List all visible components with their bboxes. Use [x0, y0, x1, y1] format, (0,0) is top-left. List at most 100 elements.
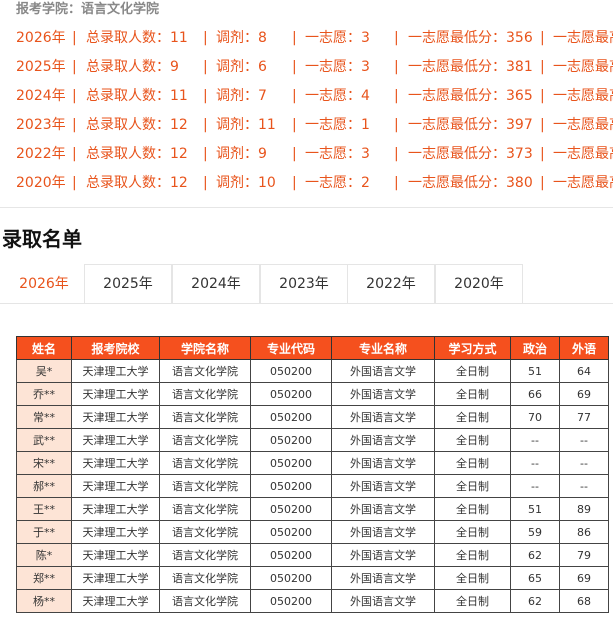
stat-row: 2026年 | 总录取人数：11 | 调剂：8 | 一志愿：3 | 一志愿最低分：356 | 一志愿… — [0, 24, 613, 53]
stat-separator: | — [292, 30, 297, 46]
tabbar-divider — [0, 303, 613, 304]
stat-row: 2020年 | 总录取人数：12 | 调剂：10 | 一志愿：2 | 一志愿最低分：380 | 一志… — [0, 169, 613, 198]
table-cell: 天津理工大学 — [71, 566, 160, 590]
table-cell: 66 — [510, 382, 560, 406]
table-cell: 050200 — [250, 566, 332, 590]
stat-separator: | — [203, 146, 208, 162]
table-cell: 语言文化学院 — [159, 520, 251, 544]
stat-separator: | — [72, 59, 77, 75]
table-cell: 全日制 — [434, 566, 511, 590]
year-tab[interactable]: 2024年 — [172, 264, 260, 303]
stat-first: 一志愿：2 — [305, 175, 370, 191]
table-cell: 天津理工大学 — [71, 497, 160, 521]
stat-separator: | — [540, 30, 545, 46]
table-cell: 全日制 — [434, 382, 511, 406]
student-name-cell: 王** — [16, 497, 72, 521]
table-cell: 语言文化学院 — [159, 382, 251, 406]
table-cell: 全日制 — [434, 543, 511, 567]
table-row: 吴* 天津理工大学 语言文化学院 050200 外国语言文学 全日制 51 64 — [16, 359, 609, 383]
table-cell: 天津理工大学 — [71, 543, 160, 567]
stat-adjust: 调剂：10 — [216, 175, 276, 191]
table-cell: 64 — [559, 359, 609, 383]
stat-min: 一志愿最低分：381 — [408, 59, 533, 75]
table-cell: 70 — [510, 405, 560, 429]
year-tab[interactable]: 2020年 — [435, 264, 523, 303]
stat-first: 一志愿：1 — [305, 117, 370, 133]
table-row: 乔** 天津理工大学 语言文化学院 050200 外国语言文学 全日制 66 69 — [16, 382, 609, 406]
table-header-cell: 学院名称 — [159, 336, 251, 360]
table-cell: 全日制 — [434, 474, 511, 498]
stat-year: 2022年 — [16, 146, 66, 162]
table-cell: 69 — [559, 566, 609, 590]
stat-separator: | — [72, 30, 77, 46]
table-cell: 59 — [510, 520, 560, 544]
table-cell: 050200 — [250, 382, 332, 406]
table-cell: 全日制 — [434, 520, 511, 544]
table-cell: 外国语言文学 — [331, 359, 435, 383]
student-name-cell: 杨** — [16, 589, 72, 613]
table-cell: 天津理工大学 — [71, 405, 160, 429]
stat-separator: | — [394, 146, 399, 162]
table-cell: 天津理工大学 — [71, 359, 160, 383]
student-name-cell: 常** — [16, 405, 72, 429]
stat-separator: | — [203, 88, 208, 104]
table-cell: 语言文化学院 — [159, 566, 251, 590]
stat-adjust: 调剂：6 — [216, 59, 267, 75]
table-cell: 外国语言文学 — [331, 428, 435, 452]
stat-row: 2023年 | 总录取人数：12 | 调剂：11 | 一志愿：1 | 一志愿最低分：397 | 一志… — [0, 111, 613, 140]
table-cell: 89 — [559, 497, 609, 521]
stat-extra: 一志愿最高 — [553, 59, 613, 75]
year-tab[interactable]: 2025年 — [84, 264, 172, 303]
table-row: 杨** 天津理工大学 语言文化学院 050200 外国语言文学 全日制 62 68 — [16, 589, 609, 613]
table-cell: 050200 — [250, 520, 332, 544]
year-tab[interactable]: 2026年 — [0, 264, 88, 304]
stat-adjust: 调剂：7 — [216, 88, 267, 104]
stat-total: 总录取人数：12 — [86, 146, 188, 162]
stat-total: 总录取人数：11 — [86, 30, 188, 46]
table-cell: 外国语言文学 — [331, 520, 435, 544]
student-name-cell: 吴* — [16, 359, 72, 383]
table-cell: 天津理工大学 — [71, 474, 160, 498]
table-cell: 050200 — [250, 428, 332, 452]
table-cell: 全日制 — [434, 497, 511, 521]
table-row: 武** 天津理工大学 语言文化学院 050200 外国语言文学 全日制 -- -- — [16, 428, 609, 452]
stat-row: 2025年 | 总录取人数：9 | 调剂：6 | 一志愿：3 | 一志愿最低分：381 | 一志愿最… — [0, 53, 613, 82]
stat-adjust: 调剂：8 — [216, 30, 267, 46]
table-cell: 天津理工大学 — [71, 428, 160, 452]
year-tab[interactable]: 2023年 — [260, 264, 348, 303]
year-tab[interactable]: 2022年 — [347, 264, 435, 303]
table-row: 郝** 天津理工大学 语言文化学院 050200 外国语言文学 全日制 -- -- — [16, 474, 609, 498]
stat-year: 2024年 — [16, 88, 66, 104]
table-row: 宋** 天津理工大学 语言文化学院 050200 外国语言文学 全日制 -- -- — [16, 451, 609, 475]
table-header-cell: 报考院校 — [71, 336, 160, 360]
stat-separator: | — [72, 146, 77, 162]
stat-separator: | — [292, 88, 297, 104]
stat-year: 2025年 — [16, 59, 66, 75]
table-cell: 51 — [510, 497, 560, 521]
table-cell: 全日制 — [434, 589, 511, 613]
stat-total: 总录取人数：12 — [86, 117, 188, 133]
stat-separator: | — [203, 175, 208, 191]
table-cell: 050200 — [250, 589, 332, 613]
admission-table: 姓名 报考院校 学院名称 专业代码 专业名称 学习方式 政治 外语 吴* 天津理工大学 语言文化学… — [16, 336, 609, 613]
stat-separator: | — [72, 88, 77, 104]
stat-min: 一志愿最低分：373 — [408, 146, 533, 162]
stat-first: 一志愿：3 — [305, 30, 370, 46]
table-cell: 天津理工大学 — [71, 382, 160, 406]
student-name-cell: 于** — [16, 520, 72, 544]
table-cell: 77 — [559, 405, 609, 429]
table-cell: 62 — [510, 589, 560, 613]
stat-row: 2024年 | 总录取人数：11 | 调剂：7 | 一志愿：4 | 一志愿最低分：365 | 一志愿… — [0, 82, 613, 111]
stat-separator: | — [203, 30, 208, 46]
stat-separator: | — [203, 59, 208, 75]
table-cell: 外国语言文学 — [331, 589, 435, 613]
admission-stats: 2026年 | 总录取人数：11 | 调剂：8 | 一志愿：3 | 一志愿最低分：356 | 一志愿… — [0, 24, 613, 198]
stat-total: 总录取人数：11 — [86, 88, 188, 104]
table-header-cell: 专业代码 — [250, 336, 332, 360]
table-cell: 65 — [510, 566, 560, 590]
stat-separator: | — [394, 30, 399, 46]
student-name-cell: 郝** — [16, 474, 72, 498]
stat-min: 一志愿最低分：380 — [408, 175, 533, 191]
stat-year: 2020年 — [16, 175, 66, 191]
student-name-cell: 武** — [16, 428, 72, 452]
